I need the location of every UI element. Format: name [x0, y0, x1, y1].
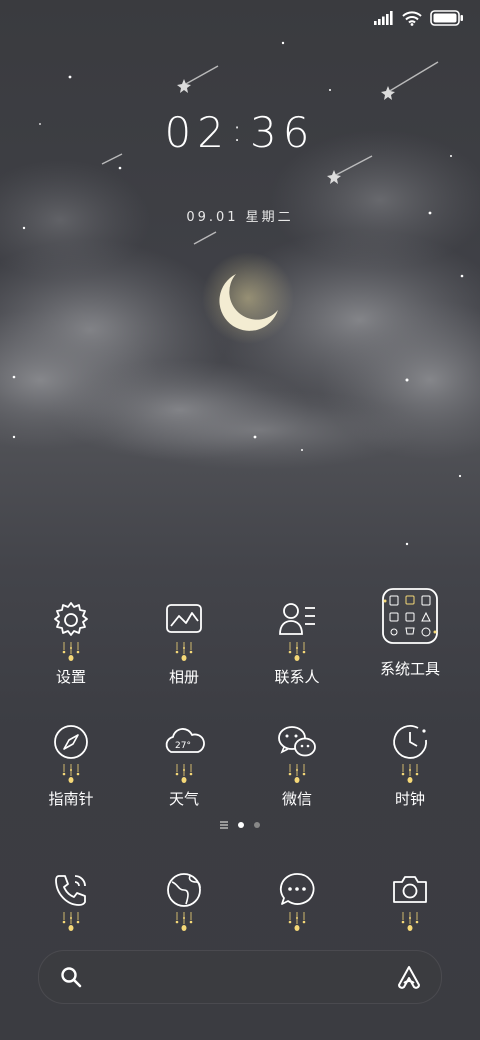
app-label: 指南针 [48, 790, 94, 808]
app-label: 微信 [281, 790, 312, 808]
drip-decoration [288, 912, 306, 931]
drip-decoration [175, 764, 193, 783]
signal-icon [374, 11, 393, 25]
gear-icon [54, 602, 88, 636]
app-label: 天气 [168, 790, 199, 808]
wallpaper [0, 41, 480, 546]
app-label: 联系人 [274, 668, 320, 686]
clock-date: 09.01 星期二 [186, 210, 294, 225]
dock-messages[interactable] [247, 868, 347, 931]
app-folder-system-tools[interactable]: 系统工具 [360, 586, 460, 679]
compass-icon [54, 725, 88, 759]
battery-icon [430, 10, 463, 26]
messages-icon [279, 873, 315, 905]
phone-icon [55, 875, 86, 906]
drip-decoration [175, 642, 193, 661]
clock-icon [393, 725, 427, 759]
folder-icon [382, 588, 438, 644]
app-settings[interactable]: 设置 [21, 598, 121, 687]
drip-decoration [62, 642, 80, 661]
app-clock[interactable]: 时钟 [360, 720, 460, 809]
page-list-icon[interactable] [220, 824, 228, 826]
clock-minute: 36 [250, 108, 316, 157]
drip-decoration [175, 912, 193, 931]
page-indicator[interactable] [0, 822, 480, 828]
dock-browser[interactable] [134, 868, 234, 931]
app-weather[interactable]: 27° 天气 [134, 720, 234, 809]
wifi-icon [402, 10, 422, 26]
app-wechat[interactable]: 微信 [247, 720, 347, 809]
drip-decoration [62, 912, 80, 931]
search-icon[interactable] [59, 965, 83, 989]
contacts-icon [279, 603, 315, 635]
clock-hour: 02 [164, 108, 230, 157]
drip-decoration [288, 642, 306, 661]
dock-phone[interactable] [21, 868, 121, 931]
weather-temp: 27° [175, 741, 191, 751]
drip-decoration [401, 912, 419, 931]
status-bar [374, 10, 464, 26]
app-compass[interactable]: 指南针 [21, 720, 121, 809]
lock-clock: 02:36 [0, 108, 480, 157]
app-label: 设置 [55, 668, 86, 686]
app-label: 相册 [168, 668, 199, 686]
app-gallery[interactable]: 相册 [134, 598, 234, 687]
drip-decoration [288, 764, 306, 783]
app-label: 系统工具 [379, 660, 440, 678]
weather-icon: 27° [165, 728, 205, 753]
wechat-icon [278, 726, 316, 757]
drip-decoration [62, 764, 80, 783]
camera-icon [393, 876, 427, 903]
drip-decoration [401, 764, 419, 783]
page-dot[interactable] [254, 822, 260, 828]
search-input[interactable] [95, 963, 379, 993]
app-contacts[interactable]: 联系人 [247, 598, 347, 687]
clock-separator: : [231, 114, 249, 149]
app-label: 时钟 [394, 790, 425, 808]
search-bar[interactable] [38, 950, 442, 1004]
gallery-icon [166, 604, 202, 633]
dock-camera[interactable] [360, 868, 460, 931]
page-dot-active[interactable] [238, 822, 244, 828]
assistant-icon[interactable] [395, 963, 423, 991]
browser-icon [167, 873, 201, 907]
